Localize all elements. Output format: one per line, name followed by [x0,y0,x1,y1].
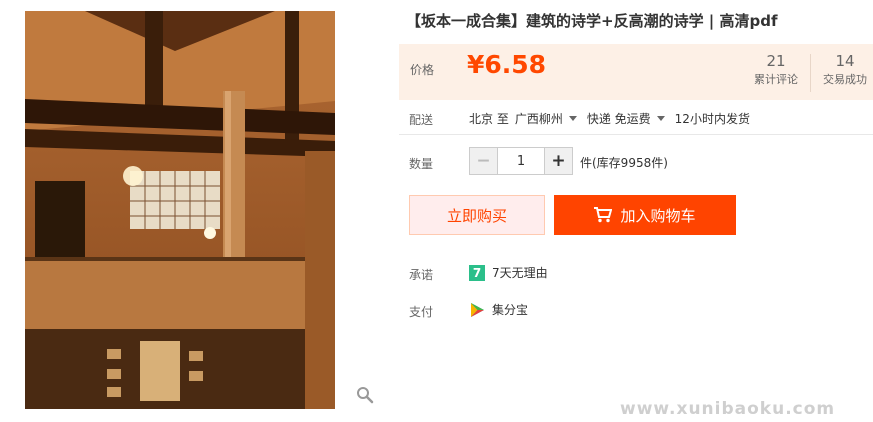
quantity-stepper: − + [469,147,573,175]
delivery-from: 北京 至 [469,112,509,126]
promise-text: 7天无理由 [492,266,548,280]
delivery-label: 配送 [409,113,434,127]
watermark: www.xunibaoku.com [620,399,836,419]
buy-now-button[interactable]: 立即购买 [409,195,545,235]
reviews-label: 累计评论 [754,73,798,86]
decrement-button[interactable]: − [470,148,498,174]
increment-button[interactable]: + [544,148,572,174]
stock-info: 件(库存9958件) [580,156,668,170]
divider [399,134,873,135]
promise-label: 承诺 [409,268,434,282]
seven-day-icon: 7 [469,264,485,281]
price-panel: 价格 ¥6.58 21 累计评论 14 交易成功 [399,44,873,100]
price-value: ¥6.58 [467,50,547,79]
buy-now-label: 立即购买 [446,206,507,225]
quantity-label: 数量 [409,157,434,171]
add-to-cart-button[interactable]: 加入购物车 [554,195,736,235]
reviews-count: 21 [766,52,786,70]
deals-count: 14 [835,52,855,70]
zoom-icon[interactable] [356,386,374,404]
delivery-row: 北京 至 广西柳州 快递 免运费 12小时内发货 [469,110,750,127]
deals-stat: 14 交易成功 [817,51,873,88]
jifenbao-icon [471,302,484,317]
chevron-down-icon[interactable] [656,116,665,121]
chevron-down-icon[interactable] [568,116,577,121]
product-photo [25,11,335,409]
product-title: 【坂本一成合集】建筑的诗学+反高潮的诗学 | 高清pdf [406,12,778,30]
delivery-destination[interactable]: 广西柳州 [515,110,563,127]
payment-row[interactable]: 集分宝 [469,301,528,318]
add-to-cart-label: 加入购物车 [620,206,696,225]
reviews-stat[interactable]: 21 累计评论 [751,51,801,88]
payment-label: 支付 [409,305,434,319]
shipping-method[interactable]: 快递 免运费 [587,110,651,127]
quantity-input[interactable] [498,148,544,174]
price-label: 价格 [410,63,435,77]
deals-label: 交易成功 [823,73,867,86]
promise-row[interactable]: 7 7天无理由 [469,264,548,281]
payment-text: 集分宝 [492,303,529,317]
product-image[interactable] [25,11,335,409]
cart-icon [594,207,613,223]
stat-divider [810,54,811,92]
dispatch-time: 12小时内发货 [674,112,750,126]
